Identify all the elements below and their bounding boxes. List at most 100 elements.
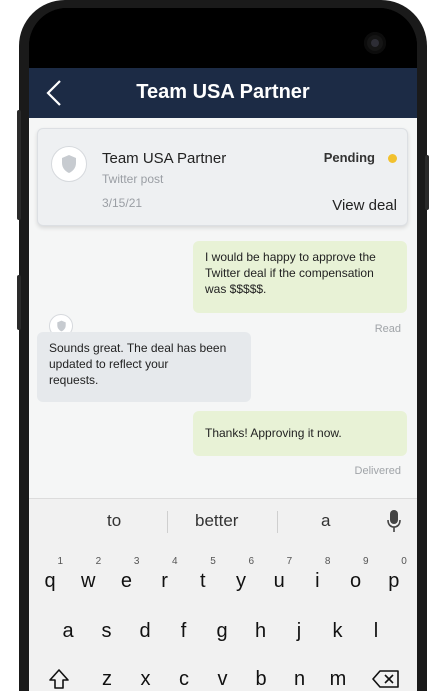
suggestion[interactable]: a <box>321 511 330 531</box>
key[interactable]: c <box>169 659 199 691</box>
key-label: h <box>254 620 267 642</box>
key-number-hint: 6 <box>248 556 254 567</box>
key[interactable]: r4 <box>150 557 180 601</box>
key-number-hint: 1 <box>57 556 63 567</box>
message-line: Twitter deal if the compensation <box>205 266 374 280</box>
key-number-hint: 4 <box>172 556 178 567</box>
key-label: r <box>161 570 168 592</box>
front-camera <box>364 32 386 54</box>
microphone-button[interactable] <box>387 509 401 538</box>
key-label: o <box>350 570 362 592</box>
power-button <box>425 155 429 210</box>
key-number-hint: 9 <box>363 556 369 567</box>
key[interactable]: v <box>208 659 238 691</box>
key-label: b <box>255 668 267 690</box>
key-label: g <box>216 620 228 642</box>
message-line: requests. <box>49 373 99 387</box>
volume-button <box>17 110 21 220</box>
key-label: t <box>200 570 206 592</box>
key-label: n <box>293 668 306 690</box>
key-label: q <box>44 570 56 592</box>
view-deal-link[interactable]: View deal <box>332 197 397 214</box>
key-label: a <box>62 620 74 642</box>
suggestion[interactable]: better <box>195 511 238 531</box>
message-line: updated to reflect your <box>49 357 169 371</box>
divider <box>167 511 168 533</box>
app-bar: Team USA Partner <box>29 68 417 118</box>
chat-area[interactable]: Team USA Partner Twitter post 3/15/21 Pe… <box>29 118 417 498</box>
message-status: Delivered <box>354 465 401 477</box>
deal-name: Team USA Partner <box>102 150 227 167</box>
message-line: Sounds great. The deal has been <box>49 341 227 355</box>
key-number-hint: 2 <box>95 556 102 567</box>
key-label: u <box>273 570 285 592</box>
screen: Team USA Partner Team USA Partner Twitte… <box>29 8 417 691</box>
message-status: Read <box>374 323 401 335</box>
key[interactable]: m <box>323 659 353 691</box>
key-label: i <box>315 570 320 592</box>
deal-card[interactable]: Team USA Partner Twitter post 3/15/21 Pe… <box>37 128 408 226</box>
key[interactable]: s <box>92 611 122 651</box>
key-label: m <box>329 668 347 690</box>
suggestion[interactable]: to <box>107 511 121 531</box>
backspace-key[interactable] <box>369 659 403 691</box>
key-label: y <box>236 570 246 592</box>
key[interactable]: z <box>92 659 122 691</box>
message-outgoing: I would be happy to approve the Twitter … <box>193 241 407 313</box>
message-incoming: Sounds great. The deal has been updated … <box>37 332 251 402</box>
key-label: f <box>180 620 187 642</box>
key[interactable]: e3 <box>111 557 141 601</box>
key-label: w <box>80 570 96 592</box>
key[interactable]: o9 <box>341 557 371 601</box>
shield-icon <box>62 155 76 173</box>
key-label: l <box>373 620 379 642</box>
shift-key[interactable] <box>44 659 74 691</box>
key-number-hint: 0 <box>401 556 407 567</box>
key-label: e <box>120 570 132 592</box>
key-number-hint: 8 <box>324 556 331 567</box>
key-number-hint: 5 <box>210 556 216 567</box>
key-label: v <box>217 668 228 690</box>
key[interactable]: h <box>246 611 276 651</box>
key[interactable]: f <box>169 611 199 651</box>
key-label: x <box>140 668 151 690</box>
message-line: I would be happy to approve the <box>205 250 376 264</box>
key[interactable]: i8 <box>302 557 332 601</box>
key-number-hint: 3 <box>133 556 140 567</box>
key[interactable]: u7 <box>264 557 294 601</box>
key-label: p <box>388 570 400 592</box>
key[interactable]: g <box>207 611 237 651</box>
key[interactable]: n <box>285 659 315 691</box>
key-label: d <box>139 620 151 642</box>
key-label: k <box>332 620 343 642</box>
avatar <box>51 146 87 182</box>
key[interactable]: a <box>53 611 83 651</box>
key[interactable]: x <box>131 659 161 691</box>
key-number-hint: 7 <box>286 556 293 567</box>
shift-icon <box>49 669 69 689</box>
message-outgoing: Thanks! Approving it now. <box>193 411 407 456</box>
key[interactable]: d <box>130 611 160 651</box>
divider <box>277 511 278 533</box>
key[interactable]: p0 <box>379 557 409 601</box>
shield-icon <box>56 320 66 332</box>
key[interactable]: k <box>323 611 353 651</box>
key-label: z <box>102 668 112 690</box>
page-title: Team USA Partner <box>136 81 310 103</box>
key[interactable]: b <box>246 659 276 691</box>
key[interactable]: t5 <box>188 557 218 601</box>
key-label: j <box>296 620 302 642</box>
status-badge: Pending <box>323 150 375 165</box>
key[interactable]: j <box>284 611 314 651</box>
key[interactable]: l <box>361 611 391 651</box>
status-dot <box>388 154 397 163</box>
deal-date: 3/15/21 <box>102 196 143 210</box>
key[interactable]: y6 <box>226 557 256 601</box>
microphone-icon <box>387 510 401 532</box>
message-line: Thanks! Approving it now. <box>205 426 342 440</box>
key[interactable]: w2 <box>73 557 103 601</box>
side-button <box>17 275 21 330</box>
key[interactable]: q1 <box>35 557 65 601</box>
key-label: s <box>101 620 112 642</box>
deal-type: Twitter post <box>102 172 164 186</box>
